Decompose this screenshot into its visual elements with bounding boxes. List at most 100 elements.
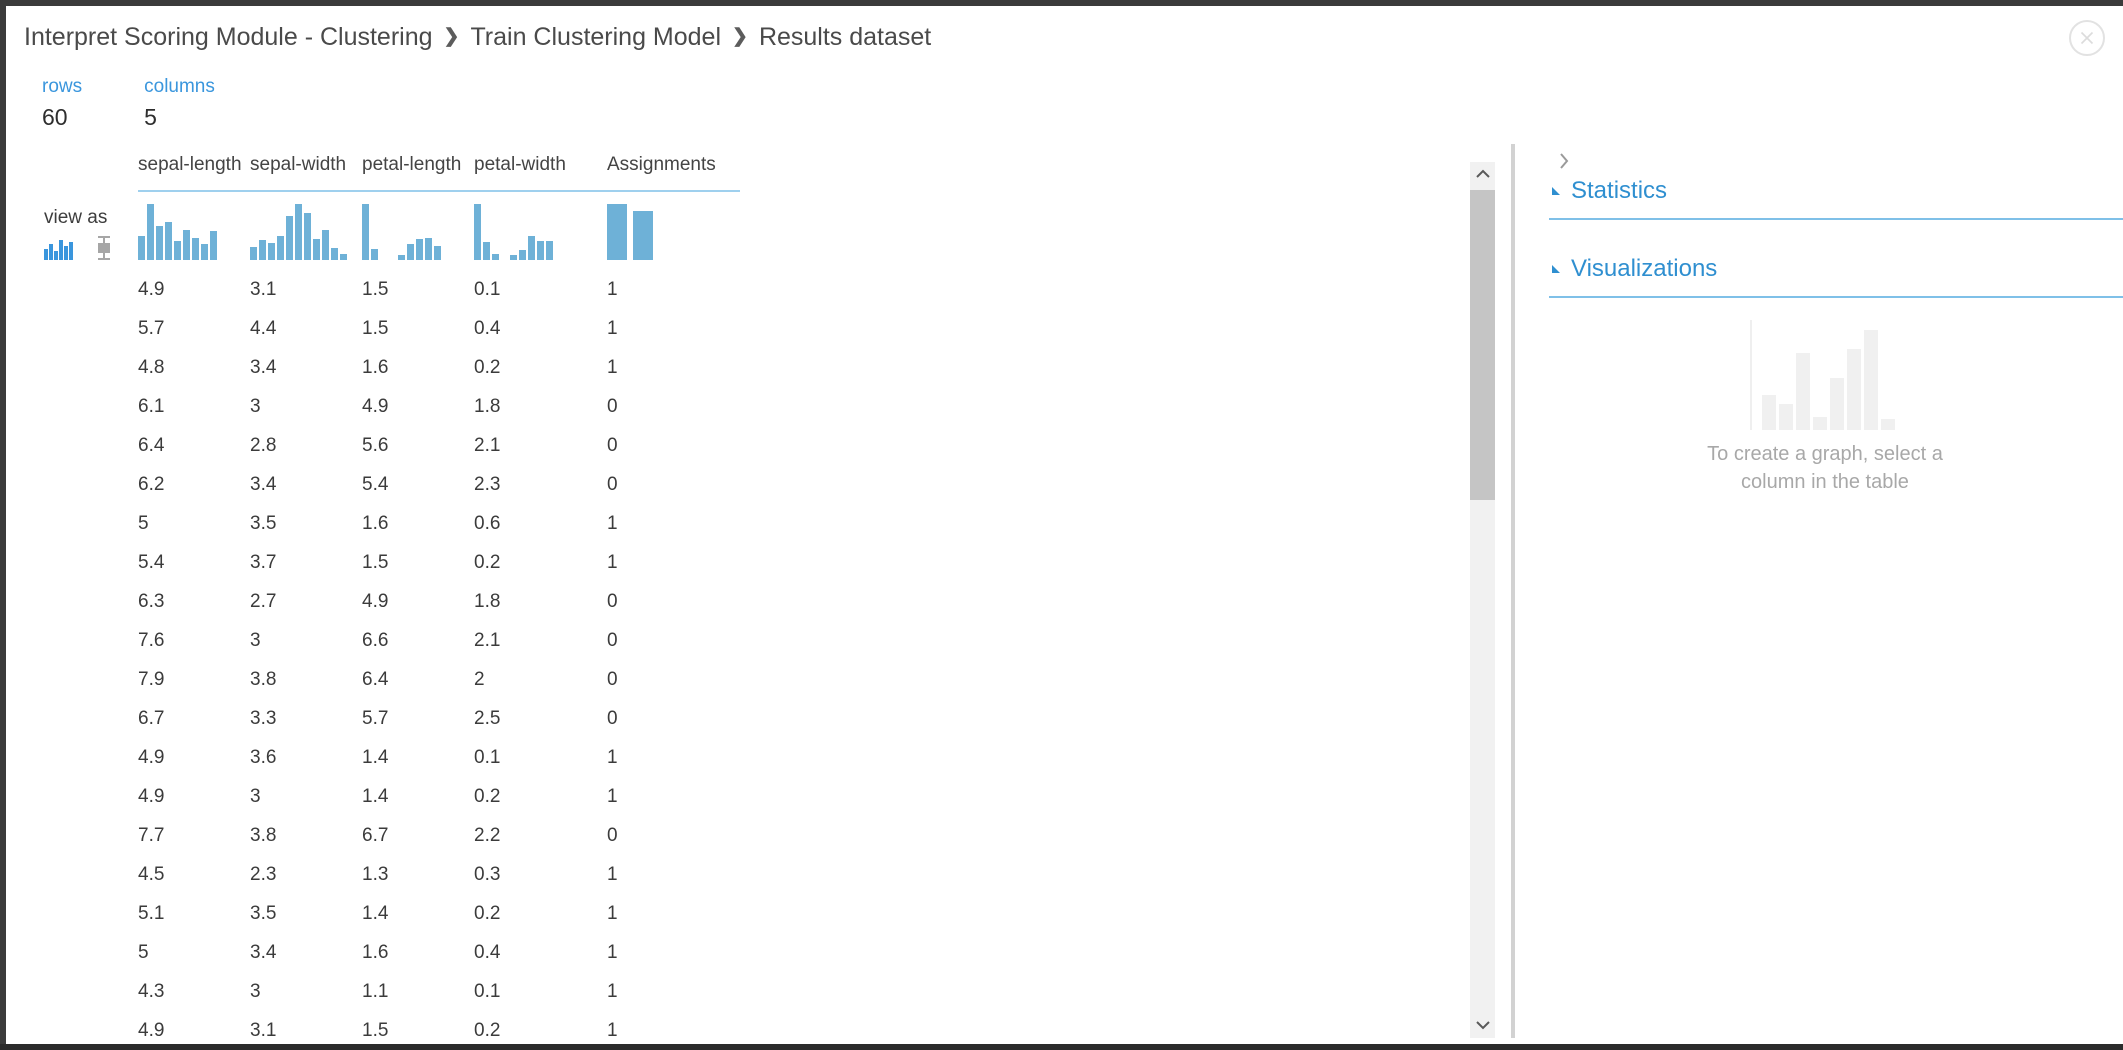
table-cell: 1 bbox=[607, 746, 618, 768]
table-cell: 3 bbox=[250, 629, 261, 651]
column-histogram-sepal-length[interactable] bbox=[138, 204, 250, 266]
histogram-bar bbox=[331, 248, 338, 260]
table-cell: 0 bbox=[607, 395, 618, 417]
table-cell: 3.4 bbox=[250, 941, 277, 963]
table-cell: 0.2 bbox=[474, 785, 501, 807]
scroll-up-button[interactable] bbox=[1470, 162, 1495, 187]
caret-up-icon bbox=[1549, 186, 1567, 196]
table-row[interactable]: 6.7 3.3 5.7 2.5 0 bbox=[138, 699, 1458, 738]
table-row[interactable]: 4.9 3.1 1.5 0.1 1 bbox=[138, 270, 1458, 309]
section-rule-statistics bbox=[1549, 218, 2123, 220]
table-cell: 1.4 bbox=[362, 785, 389, 807]
table-cell: 1 bbox=[607, 902, 618, 924]
table-cell: 2.3 bbox=[474, 473, 501, 495]
column-header-sepal-width[interactable]: sepal-width bbox=[250, 148, 362, 192]
table-row[interactable]: 4.9 3 1.4 0.2 1 bbox=[138, 777, 1458, 816]
table-row[interactable]: 4.9 3.1 1.5 0.2 1 bbox=[138, 1011, 1458, 1039]
table-cell: 0 bbox=[607, 824, 618, 846]
chevron-up-icon bbox=[1475, 166, 1491, 184]
table-row[interactable]: 5.1 3.5 1.4 0.2 1 bbox=[138, 894, 1458, 933]
column-histograms-row bbox=[138, 192, 1458, 270]
column-header-petal-width[interactable]: petal-width bbox=[474, 148, 607, 192]
table-cell: 1 bbox=[607, 785, 618, 807]
table-row[interactable]: 4.9 3.6 1.4 0.1 1 bbox=[138, 738, 1458, 777]
table-vertical-scrollbar[interactable] bbox=[1470, 162, 1495, 1038]
histogram-bar bbox=[492, 254, 499, 260]
table-cell: 5.6 bbox=[362, 434, 389, 456]
scroll-down-button[interactable] bbox=[1470, 1013, 1495, 1038]
table-row[interactable]: 5 3.4 1.6 0.4 1 bbox=[138, 933, 1458, 972]
scrollbar-thumb[interactable] bbox=[1470, 190, 1495, 500]
column-histogram-sepal-width[interactable] bbox=[250, 204, 362, 266]
table-row[interactable]: 7.9 3.8 6.4 2 0 bbox=[138, 660, 1458, 699]
table-cell: 0 bbox=[607, 707, 618, 729]
table-cell: 2 bbox=[474, 668, 485, 690]
histogram-bar bbox=[286, 216, 293, 260]
column-header-sepal-length[interactable]: sepal-length bbox=[138, 148, 250, 192]
close-button[interactable] bbox=[2069, 20, 2105, 56]
table-cell: 3 bbox=[250, 785, 261, 807]
histogram-bar bbox=[434, 246, 441, 260]
table-row[interactable]: 6.3 2.7 4.9 1.8 0 bbox=[138, 582, 1458, 621]
table-row[interactable]: 5 3.5 1.6 0.6 1 bbox=[138, 504, 1458, 543]
rows-value: 60 bbox=[42, 104, 68, 130]
histogram-bar bbox=[474, 204, 481, 260]
breadcrumb-separator-icon: ❯ bbox=[443, 25, 460, 47]
table-cell: 3.5 bbox=[250, 512, 277, 534]
close-icon bbox=[2078, 29, 2096, 47]
histogram-bar bbox=[147, 204, 154, 260]
histogram-bar bbox=[304, 213, 311, 260]
histogram-bar bbox=[156, 226, 163, 260]
histogram-bar bbox=[174, 241, 181, 260]
column-histogram-petal-length[interactable] bbox=[362, 204, 474, 266]
section-header-statistics[interactable]: Statistics bbox=[1549, 170, 2123, 212]
table-cell: 0 bbox=[607, 473, 618, 495]
table-cell: 0 bbox=[607, 668, 618, 690]
table-row[interactable]: 4.5 2.3 1.3 0.3 1 bbox=[138, 855, 1458, 894]
histogram-bar bbox=[322, 230, 329, 260]
table-cell: 0.6 bbox=[474, 512, 501, 534]
table-cell: 3.5 bbox=[250, 902, 277, 924]
column-histogram-assignments[interactable] bbox=[607, 204, 740, 266]
table-cell: 6.6 bbox=[362, 629, 389, 651]
table-cell: 3.4 bbox=[250, 356, 277, 378]
section-header-visualizations[interactable]: Visualizations bbox=[1549, 248, 2123, 290]
column-header-petal-length[interactable]: petal-length bbox=[362, 148, 474, 192]
table-cell: 4.9 bbox=[138, 278, 165, 300]
table-cell: 1 bbox=[607, 317, 618, 339]
table-cell: 4.9 bbox=[138, 746, 165, 768]
dataset-summary: rows 60 columns 5 bbox=[42, 74, 277, 132]
table-cell: 0.4 bbox=[474, 317, 501, 339]
table-cell: 3.6 bbox=[250, 746, 277, 768]
table-cell: 4.9 bbox=[138, 785, 165, 807]
table-row[interactable]: 6.2 3.4 5.4 2.3 0 bbox=[138, 465, 1458, 504]
placeholder-bar bbox=[1881, 419, 1895, 430]
table-row[interactable]: 6.1 3 4.9 1.8 0 bbox=[138, 387, 1458, 426]
histogram-bar bbox=[633, 211, 653, 260]
table-row[interactable]: 4.8 3.4 1.6 0.2 1 bbox=[138, 348, 1458, 387]
breadcrumb-item-1[interactable]: Train Clustering Model bbox=[470, 23, 721, 52]
histogram-bar bbox=[295, 204, 302, 260]
boxplot-icon[interactable] bbox=[96, 236, 112, 265]
table-cell: 3.7 bbox=[250, 551, 277, 573]
table-cell: 5.4 bbox=[138, 551, 165, 573]
table-cell: 5 bbox=[138, 941, 149, 963]
breadcrumb-item-2[interactable]: Results dataset bbox=[759, 23, 931, 52]
table-body: 4.9 3.1 1.5 0.1 1 5.7 4.4 1.5 0.4 1 4.8 3.4 1.6 0.2 1 6… bbox=[138, 270, 1458, 1039]
table-cell: 5.1 bbox=[138, 902, 165, 924]
column-histogram-petal-width[interactable] bbox=[474, 204, 607, 266]
table-row[interactable]: 5.4 3.7 1.5 0.2 1 bbox=[138, 543, 1458, 582]
table-cell: 0.2 bbox=[474, 1019, 501, 1039]
table-row[interactable]: 5.7 4.4 1.5 0.4 1 bbox=[138, 309, 1458, 348]
table-row[interactable]: 7.6 3 6.6 2.1 0 bbox=[138, 621, 1458, 660]
breadcrumb-item-0[interactable]: Interpret Scoring Module - Clustering bbox=[24, 23, 433, 52]
table-row[interactable]: 4.3 3 1.1 0.1 1 bbox=[138, 972, 1458, 1011]
histogram-bar bbox=[483, 242, 490, 260]
table-cell: 1.5 bbox=[362, 1019, 389, 1039]
histogram-icon[interactable] bbox=[44, 238, 74, 265]
histogram-bar bbox=[138, 236, 145, 260]
table-row[interactable]: 7.7 3.8 6.7 2.2 0 bbox=[138, 816, 1458, 855]
histogram-bar bbox=[416, 239, 423, 260]
column-header-assignments[interactable]: Assignments bbox=[607, 148, 740, 192]
table-row[interactable]: 6.4 2.8 5.6 2.1 0 bbox=[138, 426, 1458, 465]
